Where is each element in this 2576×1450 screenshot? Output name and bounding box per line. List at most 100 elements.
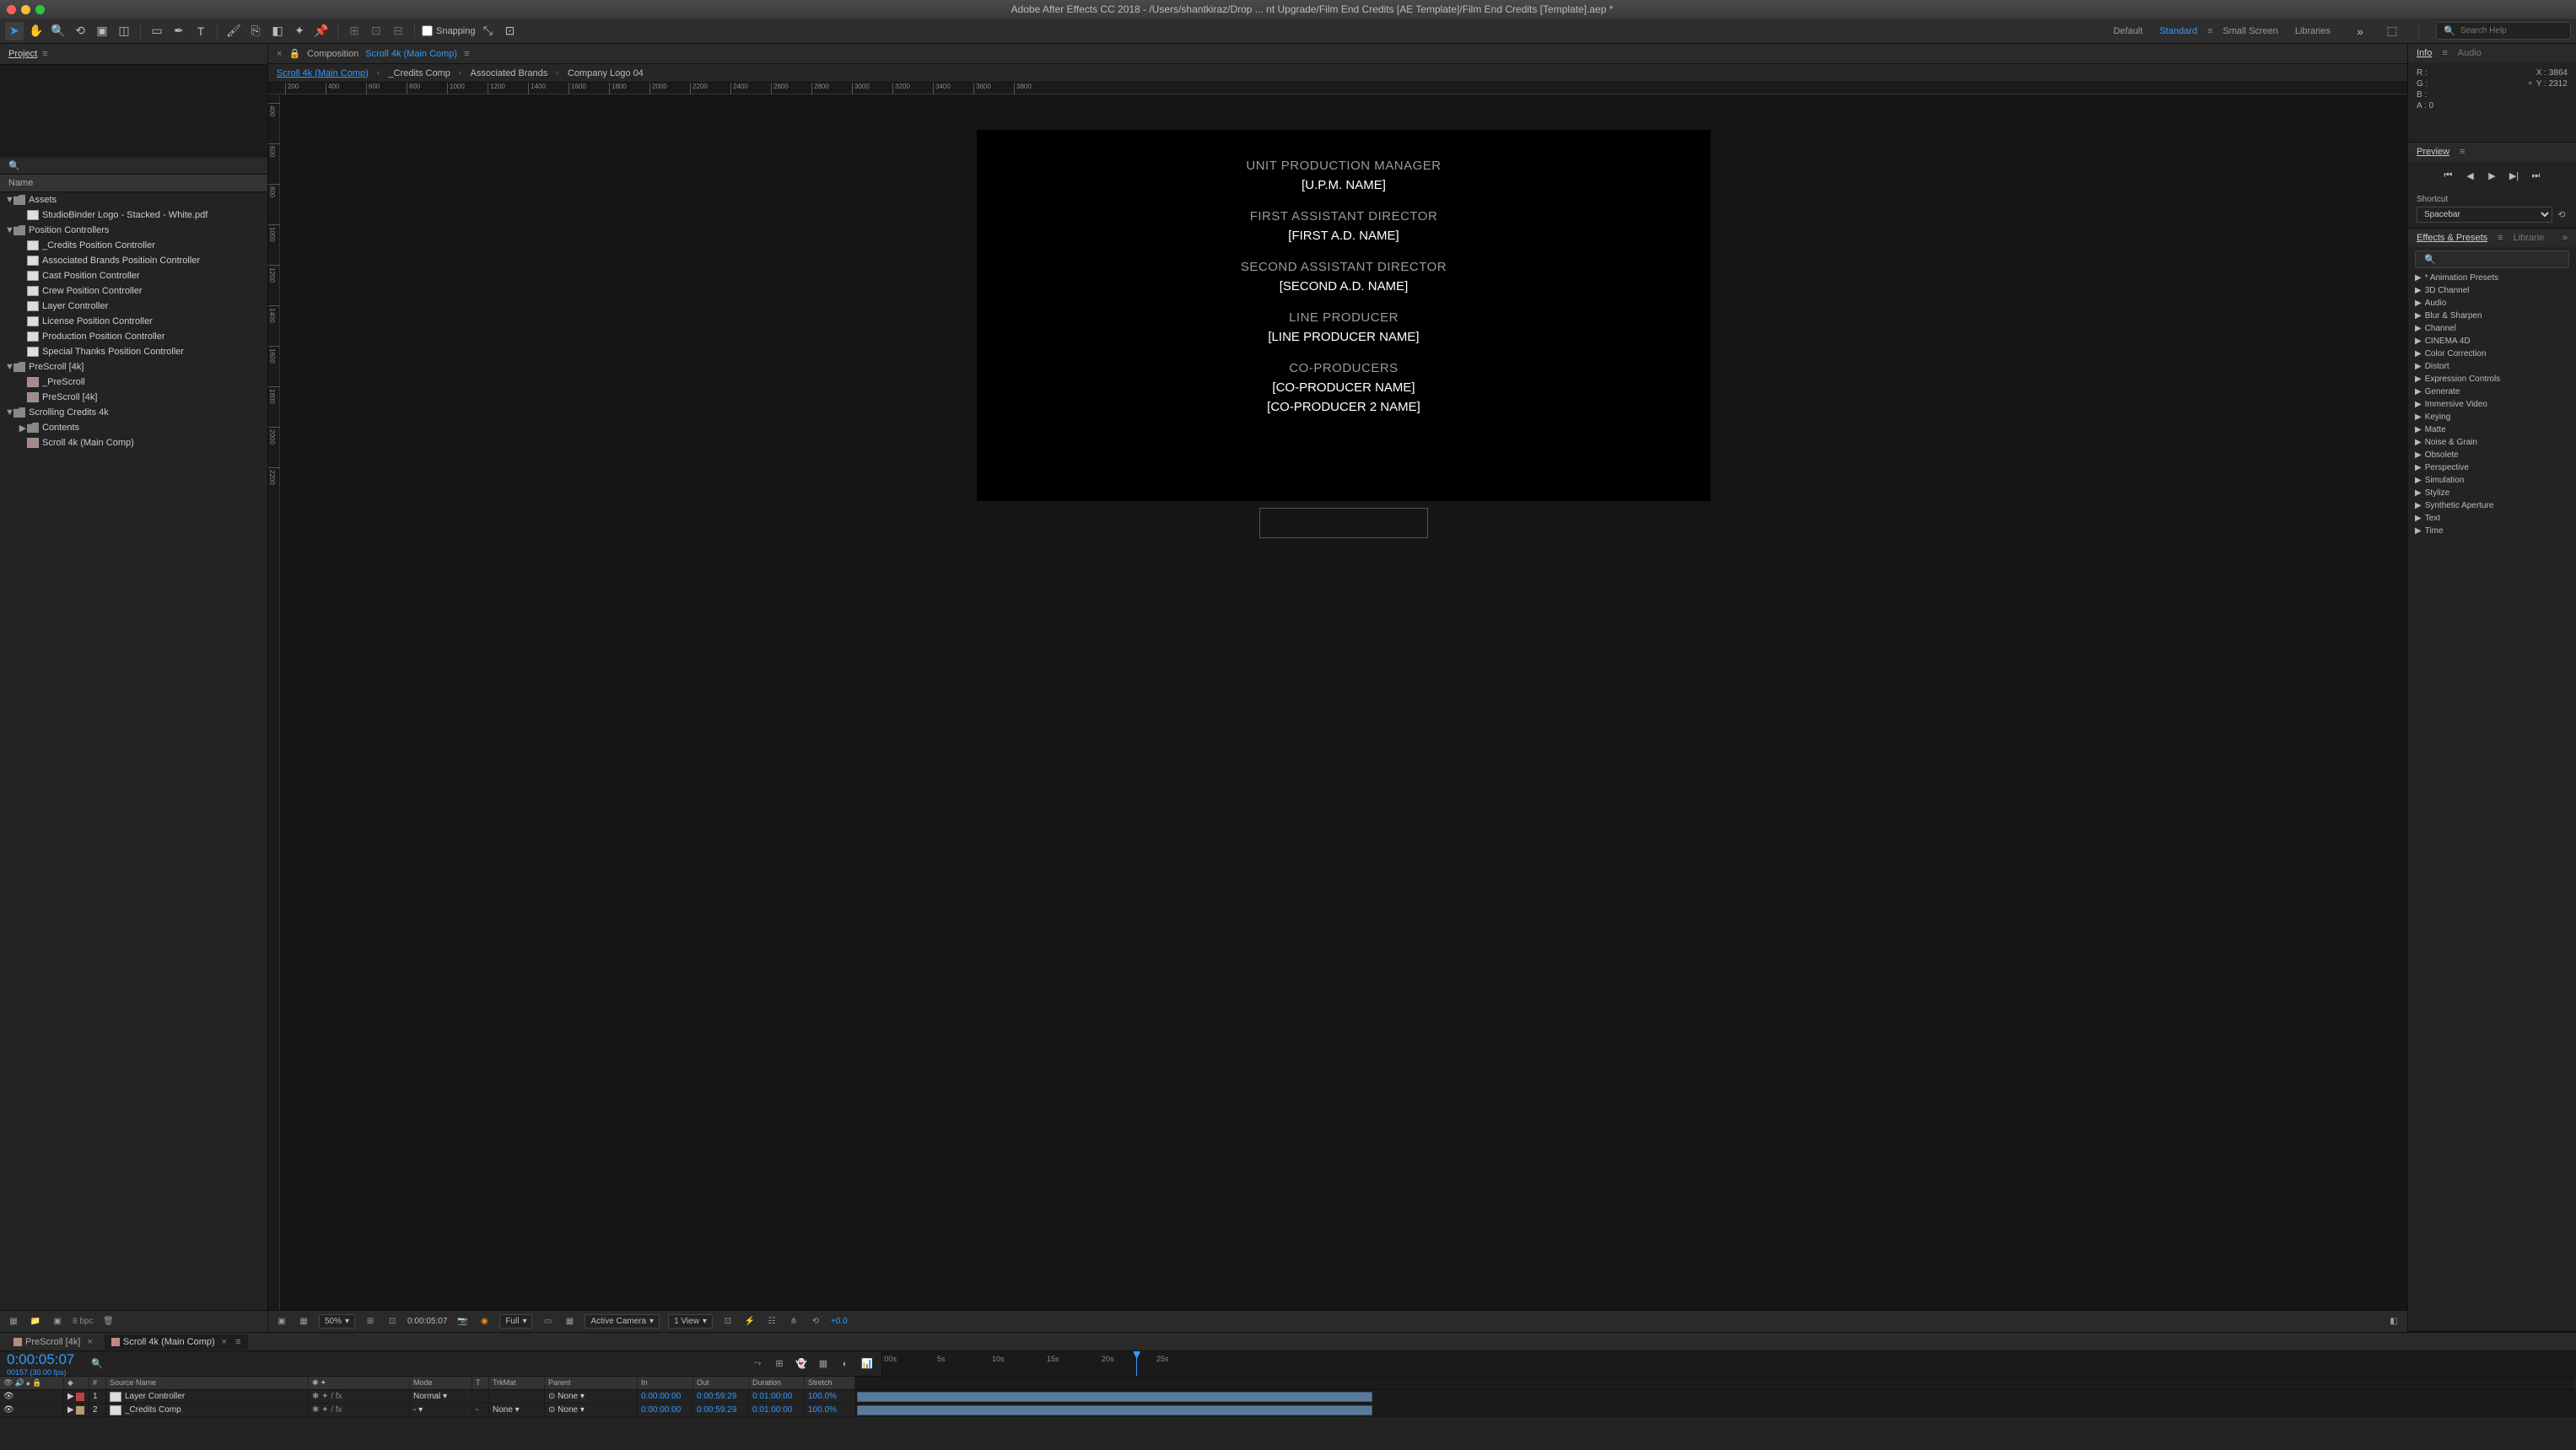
sync-settings-icon[interactable]: ⬚: [2383, 22, 2401, 40]
rotation-tool[interactable]: ⟲: [71, 22, 89, 40]
workspace-menu-icon[interactable]: ≡: [2207, 26, 2212, 36]
zoom-dropdown[interactable]: 50% ▾: [319, 1314, 355, 1329]
effect-category[interactable]: ▶Matte: [2408, 423, 2576, 436]
timeline-layer-row[interactable]: 👁 ▶ 2 _Credits Comp ✱ ✦ / fx - ▾ - None …: [0, 1404, 2576, 1417]
audio-column-icon[interactable]: 🔊: [14, 1378, 24, 1388]
axis-view-icon[interactable]: ⊟: [389, 22, 407, 40]
switches-icon[interactable]: ✱: [312, 1378, 319, 1388]
project-bpc[interactable]: 8 bpc: [73, 1317, 93, 1326]
effect-category[interactable]: ▶Keying: [2408, 411, 2576, 423]
snap-option-2-icon[interactable]: ⊡: [501, 22, 520, 40]
effect-category[interactable]: ▶Text: [2408, 512, 2576, 525]
new-folder-icon[interactable]: 📁: [29, 1315, 42, 1329]
grid-icon[interactable]: ⊡: [385, 1315, 399, 1329]
minimize-window-icon[interactable]: [21, 5, 30, 14]
graph-editor-icon[interactable]: 📊: [860, 1356, 875, 1372]
safe-zones-icon[interactable]: ⊞: [364, 1315, 377, 1329]
solo-column-icon[interactable]: ●: [26, 1379, 30, 1388]
timeline-layers[interactable]: 👁 ▶ 1 Layer Controller ✱ ✦ / fx Normal ▾…: [0, 1390, 2576, 1450]
project-item[interactable]: ▼PreScroll [4k]: [0, 359, 267, 375]
close-tab-icon[interactable]: ×: [277, 49, 282, 59]
puppet-tool[interactable]: 📌: [312, 22, 331, 40]
roto-tool[interactable]: ✦: [290, 22, 309, 40]
next-frame-button[interactable]: ▶|: [2507, 168, 2522, 183]
motion-blur-icon[interactable]: ◐: [838, 1356, 853, 1372]
timeline-search[interactable]: 🔍: [83, 1356, 111, 1372]
camera-tool[interactable]: ▣: [93, 22, 111, 40]
video-column-icon[interactable]: 👁: [3, 1378, 13, 1388]
timeline-tabs[interactable]: PreScroll [4k]×Scroll 4k (Main Comp)×≡: [0, 1333, 2576, 1351]
hand-tool[interactable]: ✋: [27, 22, 46, 40]
label-column-icon[interactable]: ◆: [67, 1378, 73, 1387]
brush-tool[interactable]: 🖌: [224, 22, 243, 40]
reset-exposure-icon[interactable]: ⟲: [809, 1315, 822, 1329]
panel-menu-icon[interactable]: ≡: [2498, 233, 2503, 243]
always-preview-icon[interactable]: ▣: [275, 1315, 288, 1329]
effect-category[interactable]: ▶Expression Controls: [2408, 373, 2576, 385]
timeline-timecode[interactable]: 0:00:05:07: [7, 1351, 74, 1368]
last-frame-button[interactable]: ⏭: [2529, 168, 2544, 183]
views-dropdown[interactable]: 1 View ▾: [668, 1314, 713, 1329]
flowchart-crumb[interactable]: _Credits Comp: [388, 68, 450, 78]
panel-menu-icon[interactable]: ≡: [2460, 147, 2465, 157]
flowchart-crumb[interactable]: Scroll 4k (Main Comp): [277, 68, 369, 78]
effect-category[interactable]: ▶3D Channel: [2408, 284, 2576, 297]
workspace-tab-default[interactable]: Default: [2106, 23, 2149, 40]
search-help-input[interactable]: 🔍: [2436, 22, 2571, 40]
pen-tool[interactable]: ✒: [170, 22, 188, 40]
project-item[interactable]: _Credits Position Controller: [0, 238, 267, 253]
comp-marker-icon[interactable]: ◧: [2387, 1315, 2401, 1329]
project-item[interactable]: Special Thanks Position Controller: [0, 344, 267, 359]
shy-icon[interactable]: 👻: [794, 1356, 809, 1372]
transparency-icon[interactable]: ▦: [563, 1315, 576, 1329]
info-tab[interactable]: Info: [2417, 48, 2432, 58]
project-item[interactable]: ▼Assets: [0, 192, 267, 208]
panel-menu-icon[interactable]: ≡: [464, 49, 469, 59]
resolution-dropdown[interactable]: Full ▾: [499, 1314, 532, 1329]
roi-icon[interactable]: ▭: [541, 1315, 554, 1329]
eraser-tool[interactable]: ◧: [268, 22, 287, 40]
effect-category[interactable]: ▶Noise & Grain: [2408, 436, 2576, 449]
text-tool[interactable]: T: [191, 22, 210, 40]
project-search[interactable]: 🔍: [0, 158, 267, 175]
workspace-tab-standard[interactable]: Standard: [2153, 23, 2204, 40]
interpret-footage-icon[interactable]: ▦: [7, 1315, 20, 1329]
delete-icon[interactable]: 🗑: [101, 1315, 115, 1329]
effect-category[interactable]: ▶Synthetic Aperture: [2408, 499, 2576, 512]
effect-category[interactable]: ▶Simulation: [2408, 474, 2576, 487]
composition-canvas[interactable]: UNIT PRODUCTION MANAGER[U.P.M. NAME]FIRS…: [280, 94, 2407, 1310]
exposure-value[interactable]: +0.0: [831, 1317, 848, 1326]
project-item[interactable]: ▼Position Controllers: [0, 223, 267, 238]
flowchart-icon[interactable]: ⋔: [787, 1315, 800, 1329]
first-frame-button[interactable]: ⏮: [2441, 168, 2456, 183]
zoom-tool[interactable]: 🔍: [49, 22, 67, 40]
libraries-tab[interactable]: Librarie: [2514, 233, 2545, 243]
project-column-name[interactable]: Name: [0, 175, 267, 192]
effects-presets-tab[interactable]: Effects & Presets: [2417, 233, 2487, 243]
timeline-ruler[interactable]: :00s5s10s15s20s25s: [882, 1351, 2576, 1376]
effects-tree[interactable]: ▶* Animation Presets▶3D Channel▶Audio▶Bl…: [2408, 272, 2576, 537]
effect-category[interactable]: ▶Distort: [2408, 360, 2576, 373]
axis-local-icon[interactable]: ⊞: [345, 22, 364, 40]
reset-shortcut-icon[interactable]: ⟲: [2556, 208, 2568, 222]
project-item[interactable]: StudioBinder Logo - Stacked - White.pdf: [0, 208, 267, 223]
composition-name[interactable]: Scroll 4k (Main Comp): [365, 49, 457, 59]
snap-option-1-icon[interactable]: ⤡: [479, 22, 498, 40]
axis-world-icon[interactable]: ⊡: [367, 22, 385, 40]
project-item[interactable]: Cast Position Controller: [0, 268, 267, 283]
panel-menu-icon[interactable]: ≡: [42, 49, 47, 59]
audio-tab[interactable]: Audio: [2458, 48, 2482, 58]
snapshot-icon[interactable]: 📷: [455, 1315, 469, 1329]
show-channel-icon[interactable]: ◉: [477, 1315, 491, 1329]
workspace-more-icon[interactable]: »: [2351, 22, 2369, 40]
workspace-tab-libraries[interactable]: Libraries: [2288, 23, 2337, 40]
effect-category[interactable]: ▶Blur & Sharpen: [2408, 310, 2576, 322]
effects-search[interactable]: 🔍: [2415, 251, 2569, 268]
project-item[interactable]: Associated Brands Positioin Controller: [0, 253, 267, 268]
effect-category[interactable]: ▶* Animation Presets: [2408, 272, 2576, 284]
effect-category[interactable]: ▶Time: [2408, 525, 2576, 537]
pixel-aspect-icon[interactable]: ⊡: [721, 1315, 735, 1329]
pan-behind-tool[interactable]: ◫: [115, 22, 133, 40]
project-item[interactable]: Production Position Controller: [0, 329, 267, 344]
timeline-tab[interactable]: Scroll 4k (Main Comp)×≡: [105, 1334, 248, 1350]
